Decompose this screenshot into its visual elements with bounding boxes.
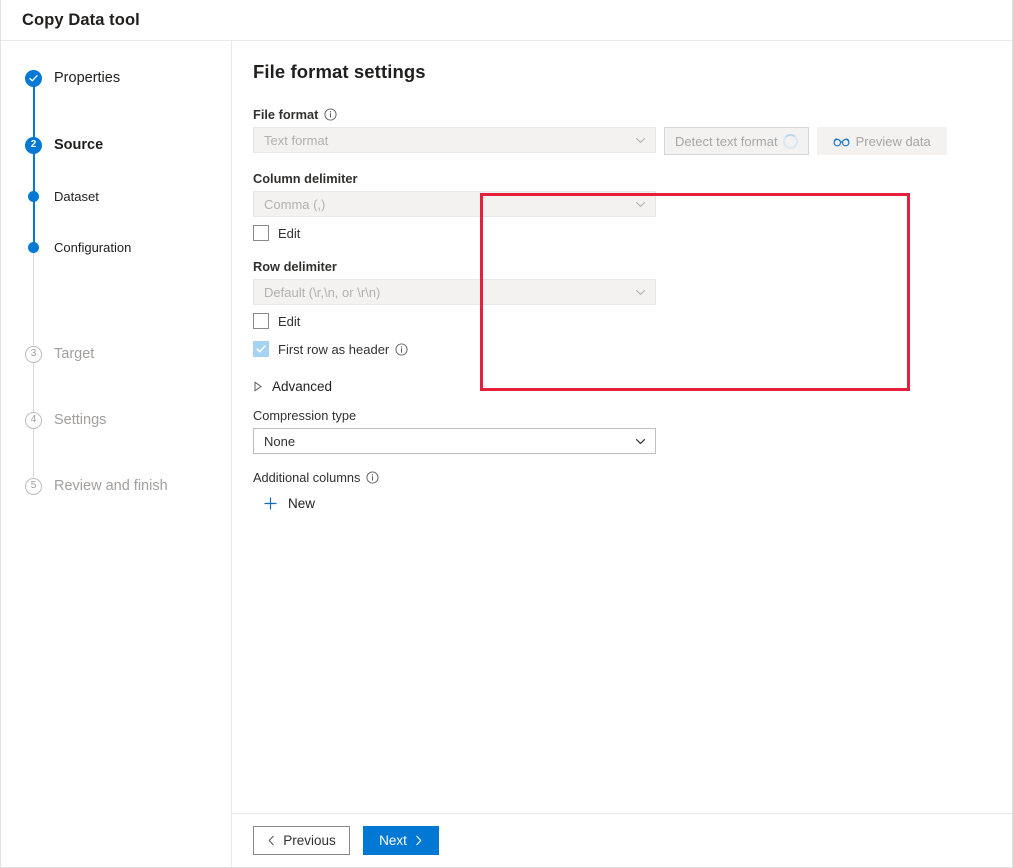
sidebar-item-target[interactable]: 3 Target [1, 339, 94, 369]
bullet-dot-icon [28, 242, 39, 253]
sidebar-item-label: Source [54, 137, 103, 153]
chevron-down-icon [634, 134, 647, 147]
column-delimiter-select[interactable]: Comma (,) [253, 191, 656, 217]
row-delimiter-select[interactable]: Default (\r,\n, or \r\n) [253, 279, 656, 305]
step-number-badge: 2 [25, 137, 42, 154]
previous-label: Previous [283, 833, 336, 848]
sidebar-item-label: Settings [54, 412, 106, 428]
plus-icon [263, 496, 278, 511]
triangle-right-icon [253, 381, 263, 392]
bullet-dot-icon [28, 191, 39, 202]
column-delimiter-label: Column delimiter [253, 171, 988, 186]
copy-data-tool-window: Copy Data tool Properties [0, 0, 1013, 868]
first-row-as-header-row[interactable]: First row as header [253, 341, 988, 357]
column-delimiter-edit-row[interactable]: Edit [253, 225, 988, 241]
file-format-settings-pane: File format settings File format Text fo… [232, 41, 1012, 814]
detect-text-format-label: Detect text format [675, 134, 778, 149]
page-title: File format settings [253, 61, 988, 83]
main-content: File format settings File format Text fo… [232, 41, 1012, 867]
sidebar-item-settings[interactable]: 4 Settings [1, 405, 106, 435]
column-delimiter-edit-checkbox[interactable] [253, 225, 269, 241]
additional-columns-label-text: Additional columns [253, 470, 360, 485]
sidebar-item-source[interactable]: 2 Source [1, 130, 103, 160]
compression-type-value: None [264, 434, 634, 449]
file-format-row: Text format Detect text format [253, 127, 988, 155]
row-delimiter-edit-row[interactable]: Edit [253, 313, 988, 329]
window-title: Copy Data tool [22, 11, 140, 30]
chevron-down-icon [634, 435, 647, 448]
sidebar-item-configuration[interactable]: Configuration [1, 232, 131, 262]
add-new-column-label: New [288, 496, 315, 511]
first-row-as-header-text: First row as header [278, 342, 389, 357]
chevron-right-icon [414, 835, 423, 846]
file-format-select[interactable]: Text format [253, 127, 656, 153]
row-delimiter-edit-label: Edit [278, 314, 300, 329]
compression-type-label: Compression type [253, 408, 988, 423]
spinner-icon [783, 134, 798, 149]
additional-columns-label: Additional columns [253, 470, 988, 485]
window-titlebar: Copy Data tool [1, 0, 1012, 41]
sidebar-item-review-and-finish[interactable]: 5 Review and finish [1, 471, 168, 501]
sidebar-item-label: Properties [54, 70, 120, 86]
info-icon[interactable] [366, 471, 379, 484]
detect-text-format-button[interactable]: Detect text format [664, 127, 809, 155]
window-body: Properties 2 Source Dataset Configuratio… [1, 41, 1012, 867]
next-button[interactable]: Next [363, 826, 439, 855]
chevron-left-icon [267, 835, 276, 846]
chevron-down-icon [634, 198, 647, 211]
sidebar-item-label: Dataset [54, 189, 99, 204]
column-delimiter-value: Comma (,) [264, 197, 634, 212]
step-number-badge: 5 [25, 478, 42, 495]
file-format-label-text: File format [253, 107, 318, 122]
step-number-badge: 3 [25, 346, 42, 363]
compression-type-select[interactable]: None [253, 428, 656, 454]
column-delimiter-edit-label: Edit [278, 226, 300, 241]
first-row-as-header-checkbox[interactable] [253, 341, 269, 357]
check-icon [25, 70, 42, 87]
row-delimiter-edit-checkbox[interactable] [253, 313, 269, 329]
sidebar-item-label: Review and finish [54, 478, 168, 494]
wizard-sidebar: Properties 2 Source Dataset Configuratio… [1, 41, 232, 867]
wizard-footer: Previous Next [232, 814, 1012, 867]
sidebar-item-label: Configuration [54, 240, 131, 255]
sidebar-item-dataset[interactable]: Dataset [1, 181, 99, 211]
advanced-label: Advanced [272, 379, 332, 394]
step-number-badge: 4 [25, 412, 42, 429]
preview-data-label: Preview data [856, 134, 931, 149]
wizard-steps: Properties 2 Source Dataset Configuratio… [1, 41, 231, 62]
info-icon[interactable] [395, 343, 408, 356]
glasses-icon [833, 135, 850, 148]
row-delimiter-label: Row delimiter [253, 259, 988, 274]
previous-button[interactable]: Previous [253, 826, 350, 855]
sidebar-item-label: Target [54, 346, 94, 362]
add-new-column-button[interactable]: New [263, 496, 315, 511]
file-format-value: Text format [264, 133, 634, 148]
next-label: Next [379, 833, 407, 848]
chevron-down-icon [634, 286, 647, 299]
file-format-label: File format [253, 107, 988, 122]
row-delimiter-value: Default (\r,\n, or \r\n) [264, 285, 634, 300]
advanced-expander[interactable]: Advanced [253, 379, 988, 394]
info-icon[interactable] [324, 108, 337, 121]
sidebar-item-properties[interactable]: Properties [1, 63, 120, 93]
first-row-as-header-label: First row as header [278, 342, 408, 357]
preview-data-button[interactable]: Preview data [817, 127, 947, 155]
